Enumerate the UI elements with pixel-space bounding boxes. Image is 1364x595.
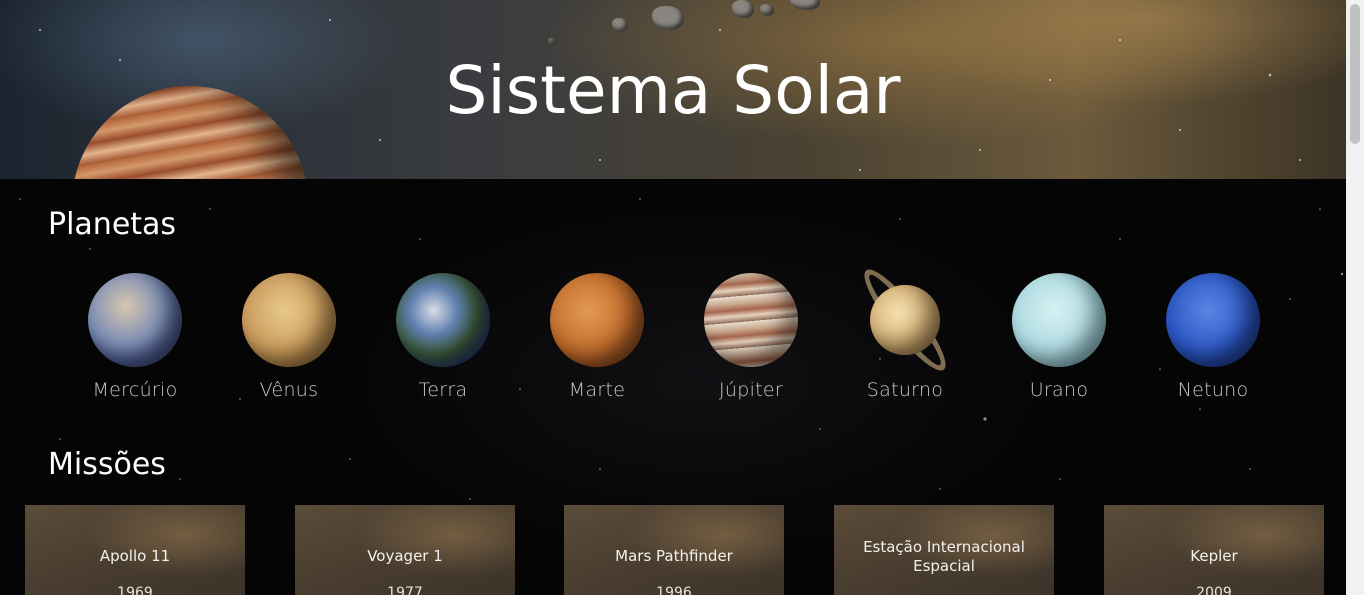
asteroid-icon [652,6,684,30]
planet-name: Marte [568,379,626,401]
planet-name: Vênus [259,379,319,401]
mission-year: 1996 [656,585,692,595]
planet-item-jupiter[interactable]: Júpiter [674,269,828,409]
jupiter-icon [704,273,798,367]
asteroid-icon [732,0,754,18]
mission-card-iss[interactable]: Estação Internacional Espacial [834,505,1054,595]
asteroid-icon [790,0,820,10]
planets-heading: Planetas [48,207,177,242]
mission-name: Kepler [1190,547,1238,565]
neptune-icon [1166,273,1260,367]
planet-name: Urano [1029,379,1089,401]
mission-name: Mars Pathfinder [615,547,733,565]
planet-name: Netuno [1177,379,1249,401]
mission-year: 2009 [1196,585,1232,595]
mars-icon [550,273,644,367]
uranus-icon [1012,273,1106,367]
asteroid-icon [548,38,556,45]
mission-year: 1969 [117,585,153,595]
planet-item-terra[interactable]: Terra [366,269,520,409]
planet-item-netuno[interactable]: Netuno [1136,269,1290,409]
mercury-icon [88,273,182,367]
planet-item-marte[interactable]: Marte [520,269,674,409]
asteroid-icon [612,18,628,32]
mission-card-kepler[interactable]: Kepler 2009 [1104,505,1324,595]
content-area: Planetas Mercúrio Vênus Terra Marte Júpi… [0,179,1346,595]
mission-card-mars-pathfinder[interactable]: Mars Pathfinder 1996 [564,505,784,595]
planet-item-venus[interactable]: Vênus [212,269,366,409]
venus-icon [242,273,336,367]
planet-name: Terra [418,379,468,401]
mission-card-apollo-11[interactable]: Apollo 11 1969 [25,505,245,595]
missions-heading: Missões [48,447,166,482]
earth-icon [396,273,490,367]
planet-item-mercurio[interactable]: Mercúrio [58,269,212,409]
planet-name: Mercúrio [92,379,178,401]
page-title: Sistema Solar [445,52,901,129]
planet-list: Mercúrio Vênus Terra Marte Júpiter Satur… [58,261,1290,409]
mission-name: Estação Internacional Espacial [863,538,1025,575]
planet-name: Júpiter [718,379,784,401]
asteroid-icon [760,4,774,16]
hero-banner: Sistema Solar [0,0,1346,179]
scrollbar-thumb[interactable] [1350,4,1360,144]
mission-card-voyager-1[interactable]: Voyager 1 1977 [295,505,515,595]
planet-item-saturno[interactable]: Saturno [828,261,982,409]
mission-year: 1977 [387,585,423,595]
planet-name: Saturno [866,379,944,401]
mission-name: Voyager 1 [367,547,443,565]
mission-name: Apollo 11 [99,547,171,565]
page-scrollbar[interactable] [1346,0,1364,595]
mission-list: Apollo 11 1969 Voyager 1 1977 Mars Pathf… [25,505,1325,595]
saturn-icon [870,285,940,355]
planet-item-urano[interactable]: Urano [982,269,1136,409]
